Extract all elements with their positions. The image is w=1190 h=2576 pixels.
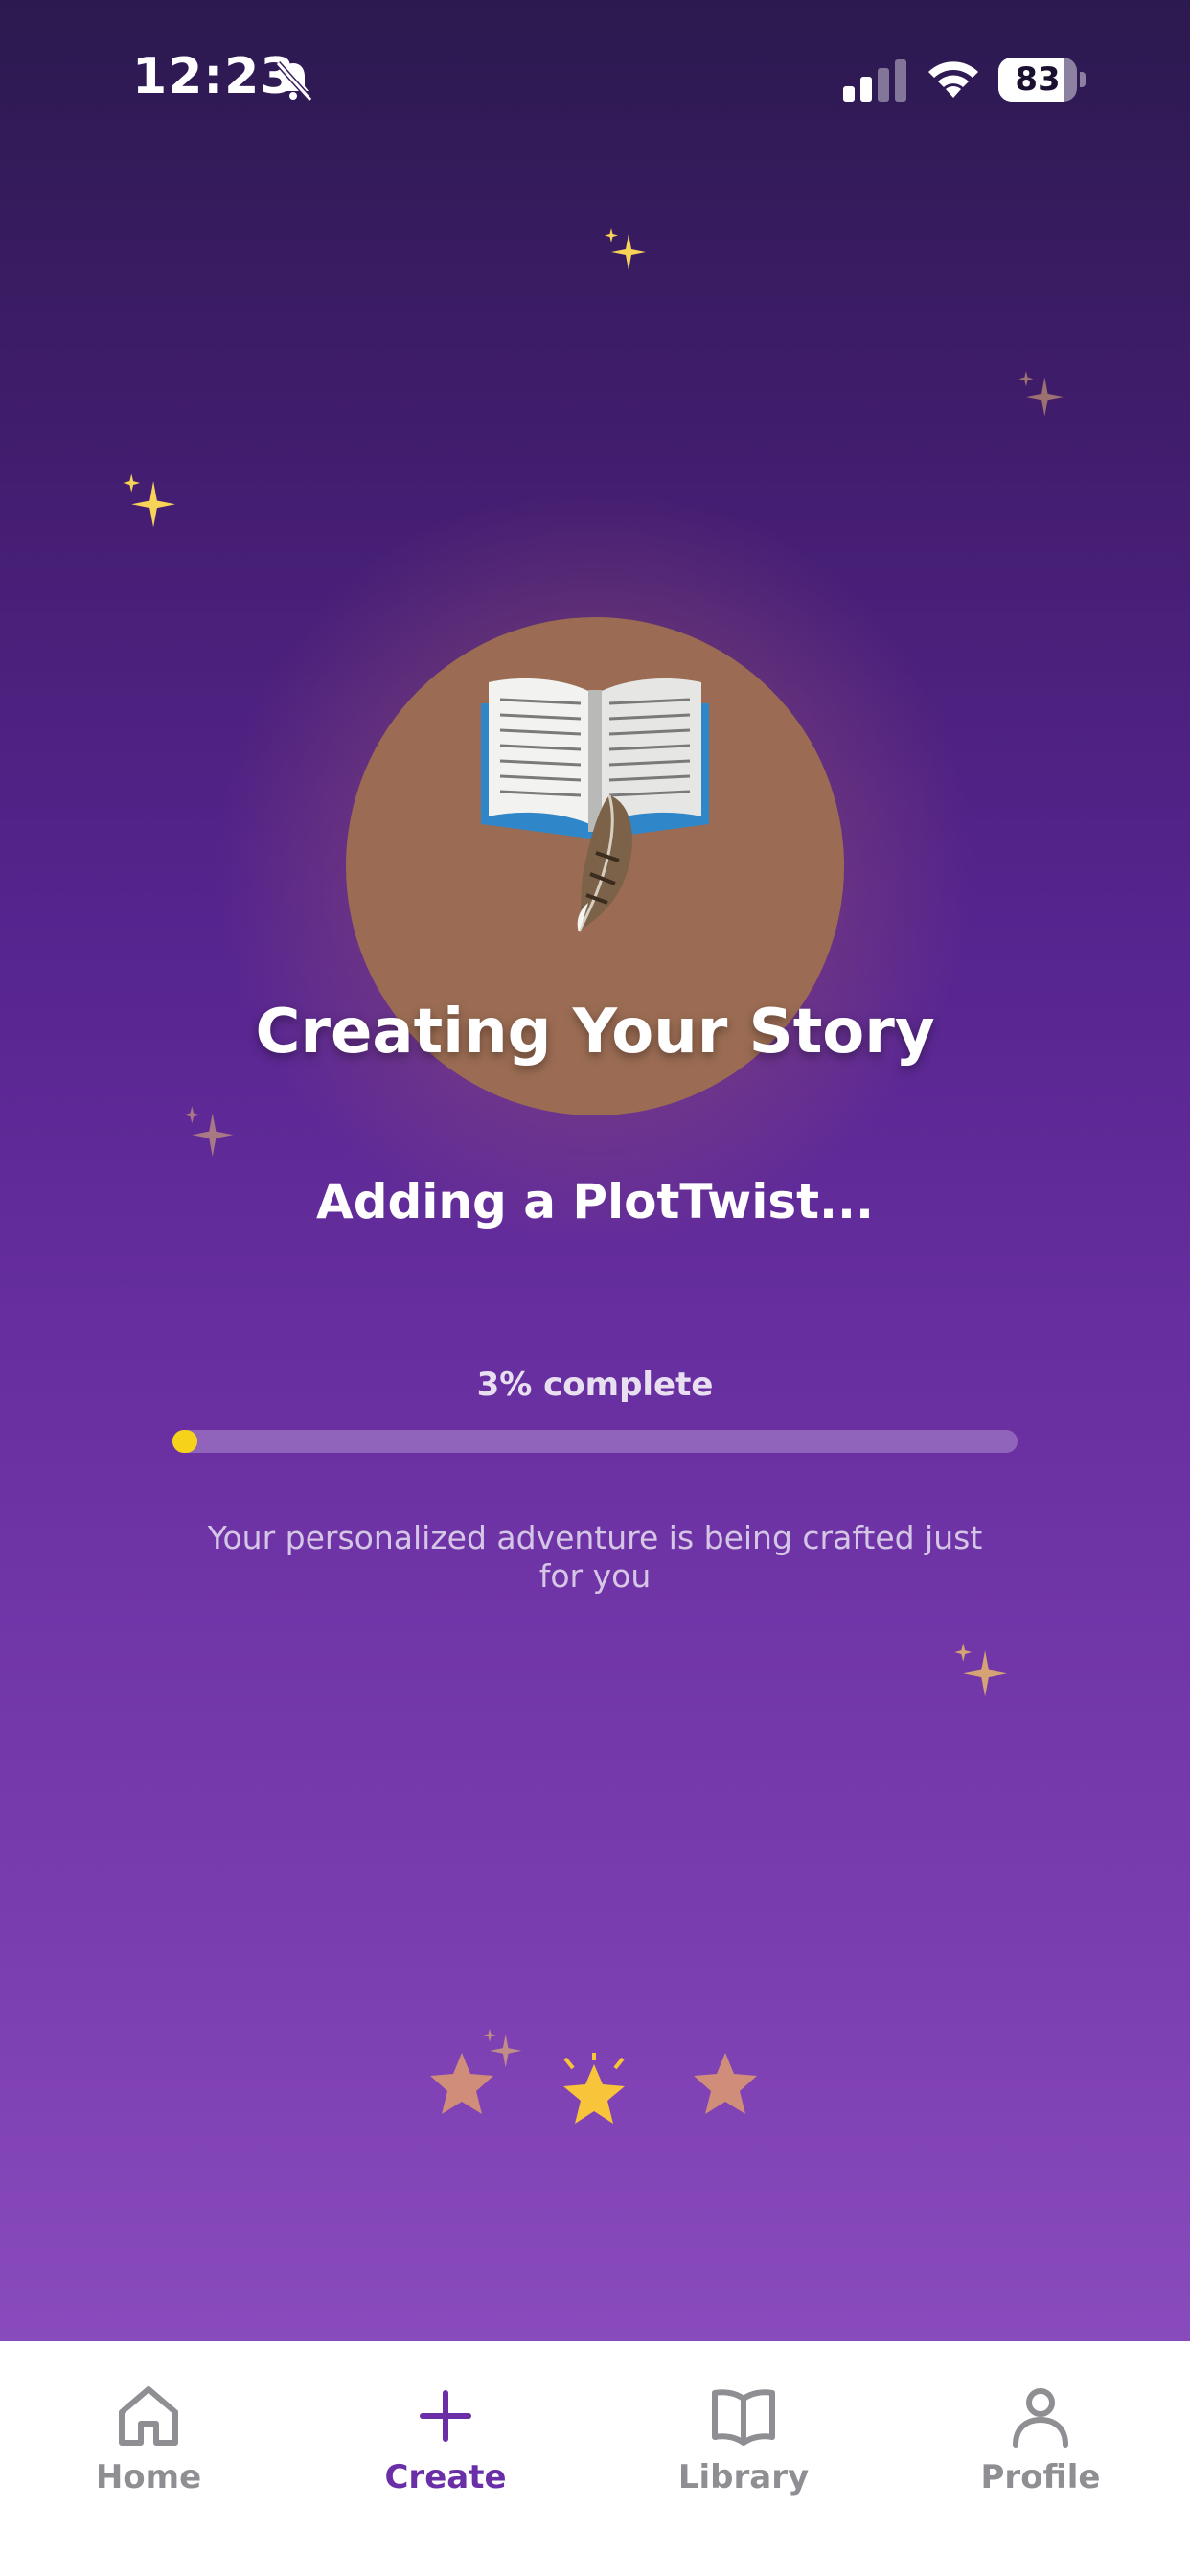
bottom-tab-bar: Home Create Library Profile	[0, 2341, 1190, 2576]
page-title: Creating Your Story	[255, 997, 935, 1068]
loading-status: Adding a PlotTwist...	[316, 1174, 874, 1230]
tab-library[interactable]: Library	[595, 2341, 892, 2533]
tab-home[interactable]: Home	[0, 2341, 297, 2533]
home-icon	[119, 2386, 178, 2446]
loading-message: Your personalized adventure is being cra…	[207, 1519, 983, 1595]
wifi-icon	[928, 61, 978, 98]
cellular-signal-icon	[843, 59, 906, 102]
progress-fill	[172, 1430, 198, 1453]
story-loading-screen: 12:23 83 Creating Your Story Adding a Pl…	[0, 0, 1190, 2576]
sparkles-icon	[605, 228, 646, 270]
sparkles-icon	[123, 473, 175, 528]
tab-library-label: Library	[677, 2458, 810, 2496]
sparkles-icon	[183, 1106, 234, 1157]
bell-slash-icon	[275, 60, 313, 103]
plus-icon	[420, 2390, 471, 2442]
tab-profile-label: Profile	[980, 2458, 1101, 2496]
tab-create-label: Create	[384, 2458, 507, 2496]
book-and-feather-icon	[481, 678, 709, 932]
progress-label: 3% complete	[476, 1366, 714, 1404]
status-bar: 12:23 83	[0, 0, 1190, 153]
progress-bar	[172, 1430, 1018, 1453]
tab-home-label: Home	[95, 2458, 202, 2496]
book-icon	[712, 2389, 775, 2446]
battery-percent: 83	[1015, 60, 1061, 99]
sparkles-icon	[483, 2028, 522, 2068]
person-icon	[1013, 2388, 1068, 2448]
glowing-star-icon	[563, 2053, 625, 2124]
sparkles-icon	[1018, 371, 1064, 417]
sparkles-icon	[954, 1643, 1007, 1697]
tab-create[interactable]: Create	[297, 2341, 594, 2533]
battery-indicator: 83	[998, 58, 1087, 102]
tab-profile[interactable]: Profile	[892, 2341, 1189, 2533]
star-icon	[694, 2053, 757, 2114]
